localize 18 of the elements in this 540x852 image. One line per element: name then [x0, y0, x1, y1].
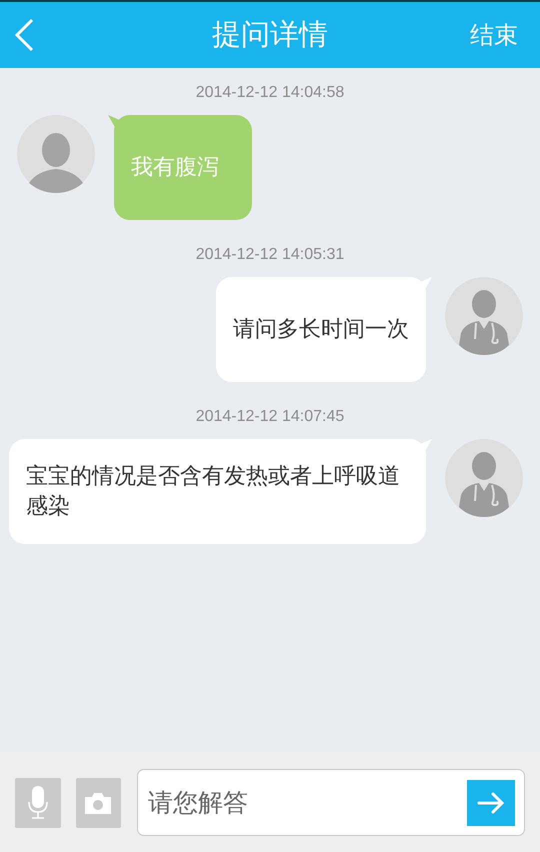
- message-time: 2014-12-12 14:05:31: [194, 246, 346, 264]
- send-button[interactable]: [467, 780, 515, 826]
- page-title: 提问详情: [212, 16, 328, 53]
- microphone-icon: [28, 786, 48, 820]
- camera-icon: [85, 792, 112, 814]
- end-button[interactable]: 结束: [470, 19, 518, 51]
- input-box[interactable]: 请您解答: [137, 769, 525, 836]
- arrow-icon: [477, 792, 505, 814]
- voice-button[interactable]: [15, 778, 60, 828]
- answer-field[interactable]: 请您解答: [146, 787, 467, 818]
- back-icon: [14, 18, 34, 52]
- bubble-tail: [108, 115, 122, 129]
- camera-button[interactable]: [76, 778, 121, 828]
- message-time: 2014-12-12 14:07:45: [194, 408, 346, 426]
- message-time: 2014-12-12 14:04:58: [194, 84, 346, 102]
- doctor-avatar-icon: [445, 439, 523, 517]
- person-avatar-icon: [17, 115, 95, 193]
- doctor-avatar-icon: [445, 277, 523, 355]
